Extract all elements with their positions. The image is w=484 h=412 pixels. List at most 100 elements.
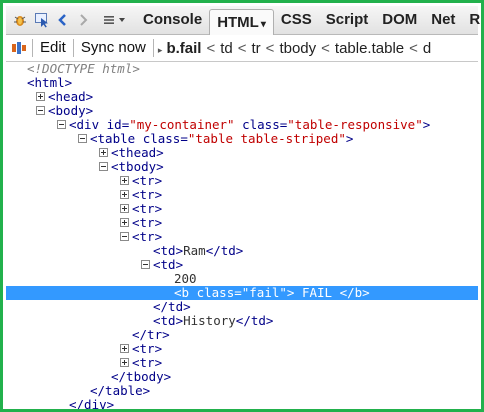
firebug-bug-icon[interactable] xyxy=(12,11,28,29)
tree-node-tr[interactable]: <tr> xyxy=(6,216,478,230)
back-icon[interactable] xyxy=(56,11,70,29)
tab-overflow[interactable]: R xyxy=(462,7,481,33)
b-close-tag: </b> xyxy=(339,285,370,300)
tree-node-tr[interactable]: <tr> xyxy=(6,188,478,202)
dropdown-arrow-icon[interactable] xyxy=(118,11,126,29)
tree-node-html[interactable]: <html> xyxy=(6,76,478,90)
element-picker-icon[interactable] xyxy=(10,39,28,57)
table-tag: <table xyxy=(90,131,136,146)
edit-button[interactable]: Edit xyxy=(33,35,73,61)
main-toolbar: Console HTML ▾ CSS Script DOM Net R xyxy=(6,6,480,35)
tree-node-td-close: </td> xyxy=(6,300,478,314)
td-close-tag: </td> xyxy=(205,243,244,258)
tree-node-tr-close: </tr> xyxy=(6,328,478,342)
td-text: History xyxy=(183,313,236,328)
div-close-tag: </div> xyxy=(69,397,115,412)
breadcrumb-item-td[interactable]: td xyxy=(220,40,233,57)
tree-node-div-close: </div> xyxy=(6,397,478,412)
tree-node-tbody[interactable]: <tbody> xyxy=(6,160,478,174)
expand-toggle-icon[interactable] xyxy=(99,148,108,157)
collapse-toggle-icon[interactable] xyxy=(120,232,129,241)
tab-console[interactable]: Console xyxy=(136,7,209,33)
text-node: 200 xyxy=(174,271,197,286)
breadcrumb: ▸ b.fail < td < tr < tbody < table.table < d xyxy=(154,40,431,57)
breadcrumb-item-tbody[interactable]: tbody xyxy=(279,40,316,57)
head-tag: <head> xyxy=(48,89,94,104)
thead-tag: <thead> xyxy=(111,145,164,160)
td-tag: <td> xyxy=(153,257,184,272)
breadcrumb-separator: < xyxy=(265,39,275,57)
tree-node-tr[interactable]: <tr> xyxy=(6,356,478,370)
tab-css[interactable]: CSS xyxy=(274,7,319,33)
tab-dom[interactable]: DOM xyxy=(375,7,424,33)
tree-node-tr[interactable]: <tr> xyxy=(6,174,478,188)
tree-node-b-selected[interactable]: <b class="fail"> FAIL </b> xyxy=(6,286,478,300)
tree-node-text[interactable]: 200 xyxy=(6,272,478,286)
tree-node-tr[interactable]: <tr> xyxy=(6,202,478,216)
tree-node-tr[interactable]: <tr> xyxy=(6,342,478,356)
tree-node-table[interactable]: <table class="table table-striped"> xyxy=(6,132,478,146)
collapse-toggle-icon[interactable] xyxy=(99,162,108,171)
tree-node-table-close: </table> xyxy=(6,384,478,398)
table-tag-end: > xyxy=(345,131,354,146)
sync-now-button[interactable]: Sync now xyxy=(74,35,153,61)
td-text: Ram xyxy=(183,243,206,258)
tr-tag: <tr> xyxy=(132,341,163,356)
expand-toggle-icon[interactable] xyxy=(120,344,129,353)
div-id-value: "my-container" xyxy=(129,117,235,132)
inspect-pointer-icon[interactable] xyxy=(34,11,50,29)
tr-tag: <tr> xyxy=(132,187,163,202)
tbody-close-tag: </tbody> xyxy=(111,369,172,384)
tr-tag: <tr> xyxy=(132,355,163,370)
expand-toggle-icon[interactable] xyxy=(120,218,129,227)
collapse-toggle-icon[interactable] xyxy=(141,260,150,269)
b-tag-end: > xyxy=(286,285,295,300)
breadcrumb-item-table[interactable]: table.table xyxy=(335,40,404,57)
tree-node-td[interactable]: <td> xyxy=(6,258,478,272)
breadcrumb-item-b-fail[interactable]: b.fail xyxy=(166,40,201,57)
expand-toggle-icon[interactable] xyxy=(120,358,129,367)
td-tag: <td> xyxy=(153,243,184,258)
tab-net[interactable]: Net xyxy=(424,7,462,33)
screenshot-frame: Console HTML ▾ CSS Script DOM Net R Edit … xyxy=(0,0,484,412)
tree-node-thead[interactable]: <thead> xyxy=(6,146,478,160)
tab-html[interactable]: HTML ▾ xyxy=(209,8,274,35)
tab-html-arrow-icon[interactable]: ▾ xyxy=(261,19,266,30)
expand-toggle-icon[interactable] xyxy=(120,190,129,199)
tree-node-body[interactable]: <body> xyxy=(6,104,478,118)
breadcrumb-item-overflow[interactable]: d xyxy=(423,40,431,57)
tab-html-label: HTML xyxy=(217,13,259,31)
collapse-toggle-icon[interactable] xyxy=(57,120,66,129)
breadcrumb-separator: < xyxy=(409,39,418,57)
tree-node-div[interactable]: <div id="my-container" class="table-resp… xyxy=(6,118,478,132)
tree-node-td-history[interactable]: <td>History</td> xyxy=(6,314,478,328)
div-tag-end: > xyxy=(422,117,431,132)
table-class-value: "table table-striped" xyxy=(187,131,346,146)
breadcrumb-separator: < xyxy=(206,39,216,57)
table-class-attr: class= xyxy=(142,131,188,146)
collapse-toggle-icon[interactable] xyxy=(36,106,45,115)
b-class-value: "fail" xyxy=(241,285,287,300)
tree-node-tr-expanded[interactable]: <tr> xyxy=(6,230,478,244)
html-subtoolbar: Edit Sync now ▸ b.fail < td < tr < tbody < table.… xyxy=(6,35,478,62)
div-tag: <div xyxy=(69,117,100,132)
forward-icon[interactable] xyxy=(76,11,90,29)
body-tag: <body> xyxy=(48,103,94,118)
tree-node-head[interactable]: <head> xyxy=(6,90,478,104)
tr-tag: <tr> xyxy=(132,173,163,188)
expand-toggle-icon[interactable] xyxy=(36,92,45,101)
menu-icon[interactable] xyxy=(102,11,116,29)
tab-script[interactable]: Script xyxy=(319,7,376,33)
collapse-toggle-icon[interactable] xyxy=(78,134,87,143)
div-id-attr: id= xyxy=(106,117,130,132)
breadcrumb-separator: < xyxy=(321,39,330,57)
breadcrumb-item-tr[interactable]: tr xyxy=(252,40,261,57)
expand-toggle-icon[interactable] xyxy=(120,204,129,213)
tree-node-tbody-close: </tbody> xyxy=(6,370,478,384)
td-close-tag: </td> xyxy=(153,299,191,314)
tree-node-td-ram[interactable]: <td>Ram</td> xyxy=(6,244,478,258)
tr-tag: <tr> xyxy=(132,229,163,244)
tbody-tag: <tbody> xyxy=(111,159,164,174)
expand-toggle-icon[interactable] xyxy=(120,176,129,185)
table-close-tag: </table> xyxy=(90,383,151,398)
